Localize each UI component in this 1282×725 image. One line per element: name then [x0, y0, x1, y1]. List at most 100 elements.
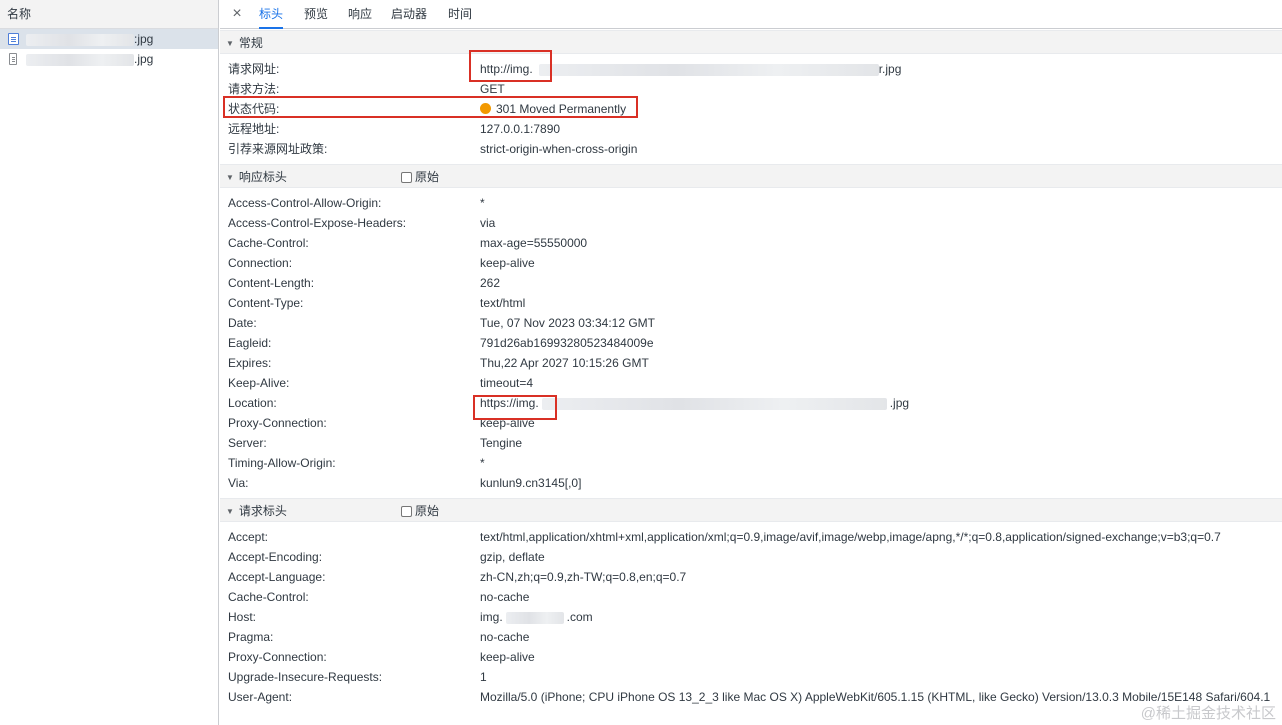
header-row: Access-Control-Expose-Headers: via [220, 213, 1282, 233]
watermark: @稀土掘金技术社区 [1140, 705, 1276, 722]
redacted-filename [26, 33, 134, 46]
general-section-header[interactable]: ▼ 常规 [220, 30, 1282, 54]
header-value: 262 [480, 276, 501, 290]
header-value: Thu,22 Apr 2027 10:15:26 GMT [480, 356, 649, 370]
header-row: Location: https://img. .jpg [220, 393, 1282, 413]
header-key: Via: [228, 476, 249, 490]
header-row: Expires: Thu,22 Apr 2027 10:15:26 GMT [220, 353, 1282, 373]
header-value: strict-origin-when-cross-origin [480, 142, 638, 156]
header-key: Keep-Alive: [228, 376, 290, 390]
header-value: Tengine [480, 436, 523, 450]
header-key: Location: [228, 396, 277, 410]
request-headers-section-header[interactable]: ▼ 请求标头 原始 [220, 498, 1282, 522]
tab-initiator[interactable]: 启动器 [391, 0, 427, 29]
header-key: Cache-Control: [228, 236, 309, 250]
status-dot-icon [480, 103, 491, 114]
tab-timing[interactable]: 时间 [448, 0, 472, 29]
status-code-value: 301 Moved Permanently [480, 99, 626, 119]
raw-toggle[interactable]: 原始 [401, 165, 439, 189]
header-value: zh-CN,zh;q=0.9,zh-TW;q=0.8,en;q=0.7 [480, 570, 687, 584]
raw-label: 原始 [415, 504, 440, 518]
raw-checkbox[interactable] [401, 172, 412, 183]
raw-toggle[interactable]: 原始 [401, 499, 439, 523]
header-key: Timing-Allow-Origin: [228, 456, 336, 470]
header-value: * [480, 456, 485, 470]
header-value: kunlun9.cn3145[,0] [480, 476, 582, 490]
response-header-rows: Access-Control-Allow-Origin: * Access-Cont… [220, 188, 1282, 498]
header-value: max-age=55550000 [480, 236, 588, 250]
response-headers-section-header[interactable]: ▼ 响应标头 原始 [220, 164, 1282, 188]
header-value: GET [480, 82, 505, 96]
tab-headers[interactable]: 标头 [259, 0, 284, 29]
request-headers-title: 请求标头 [238, 504, 287, 518]
header-value: no-cache [480, 630, 530, 644]
header-row: Timing-Allow-Origin: * [220, 453, 1282, 473]
header-key: Accept: [228, 530, 269, 544]
header-row: Eagleid: 791d26ab16993280523484009e [220, 333, 1282, 353]
collapse-triangle-icon: ▼ [226, 507, 234, 516]
request-header-rows: Accept: text/html,application/xhtml+xml,a… [220, 522, 1282, 712]
header-row: 引荐来源网址政策: strict-origin-when-cross-origi… [220, 139, 1282, 159]
header-key: 引荐来源网址政策: [228, 142, 328, 156]
header-value: keep-alive [480, 650, 535, 664]
header-row: User-Agent: Mozilla/5.0 (iPhone; CPU iPho… [220, 687, 1282, 707]
header-row: 远程地址: 127.0.0.1:7890 [220, 119, 1282, 139]
header-key: Proxy-Connection: [228, 416, 327, 430]
header-key: Accept-Language: [228, 570, 326, 584]
header-row: Upgrade-Insecure-Requests: 1 [220, 667, 1282, 687]
header-key: 状态代码: [228, 102, 280, 116]
request-detail-panel: × 标头 预览 响应 启动器 时间 ▼ 常规 请求网址: http://img. r… [220, 0, 1282, 725]
header-key: Proxy-Connection: [228, 650, 327, 664]
header-value: keep-alive [480, 256, 535, 270]
header-key: Host: [228, 610, 257, 624]
request-url-value[interactable]: http://img. r.jpg [480, 59, 901, 79]
header-value: https://img. .jpg [480, 396, 910, 410]
request-row-2[interactable]: .jpg [0, 49, 218, 69]
header-key: User-Agent: [228, 690, 293, 704]
header-row: Host: img. .com [220, 607, 1282, 627]
header-row: Via: kunlun9.cn3145[,0] [220, 473, 1282, 493]
header-key: Access-Control-Expose-Headers: [228, 216, 407, 230]
raw-checkbox[interactable] [401, 506, 412, 517]
header-value: text/html [480, 296, 526, 310]
request-row-1[interactable]: :jpg [0, 29, 218, 49]
header-row: Accept-Language: zh-CN,zh;q=0.9,zh-TW;q=0… [220, 567, 1282, 587]
header-value: text/html,application/xhtml+xml,applicat… [480, 530, 1221, 544]
header-row: Connection: keep-alive [220, 253, 1282, 273]
file-icon [9, 53, 17, 65]
header-row: Cache-Control: no-cache [220, 587, 1282, 607]
header-row: Access-Control-Allow-Origin: * [220, 193, 1282, 213]
detail-tab-bar: × 标头 预览 响应 启动器 时间 [220, 0, 1282, 29]
header-row: Proxy-Connection: keep-alive [220, 647, 1282, 667]
header-key: Upgrade-Insecure-Requests: [228, 670, 383, 684]
header-key: Content-Type: [228, 296, 304, 310]
collapse-triangle-icon: ▼ [226, 173, 234, 182]
header-key: Expires: [228, 356, 272, 370]
raw-label: 原始 [415, 170, 440, 184]
header-value: img. .com [480, 610, 593, 624]
header-value: * [480, 196, 485, 210]
header-value: Tue, 07 Nov 2023 03:34:12 GMT [480, 316, 655, 330]
header-key: 请求方法: [228, 82, 280, 96]
header-key: Connection: [228, 256, 293, 270]
request-list-panel: 名称 :jpg .jpg [0, 0, 219, 725]
request-name-suffix: .jpg [134, 52, 154, 66]
header-value: keep-alive [480, 416, 535, 430]
header-row: 请求网址: http://img. r.jpg [220, 59, 1282, 79]
close-icon[interactable]: × [230, 6, 244, 22]
document-icon [8, 33, 19, 45]
tab-preview[interactable]: 预览 [304, 0, 328, 29]
name-column-header[interactable]: 名称 [0, 0, 218, 29]
header-value: 127.0.0.1:7890 [480, 122, 561, 136]
header-key: Cache-Control: [228, 590, 309, 604]
header-row: Content-Type: text/html [220, 293, 1282, 313]
general-rows: 请求网址: http://img. r.jpg 请求方法: GET 状态代码: 3… [220, 54, 1282, 164]
header-key: Access-Control-Allow-Origin: [228, 196, 382, 210]
response-headers-title: 响应标头 [238, 170, 287, 184]
header-value: 1 [480, 670, 487, 684]
header-key: Eagleid: [228, 336, 272, 350]
header-value: via [480, 216, 496, 230]
header-value: timeout=4 [480, 376, 534, 390]
tab-response[interactable]: 响应 [348, 0, 372, 29]
header-key: 请求网址: [228, 62, 280, 76]
